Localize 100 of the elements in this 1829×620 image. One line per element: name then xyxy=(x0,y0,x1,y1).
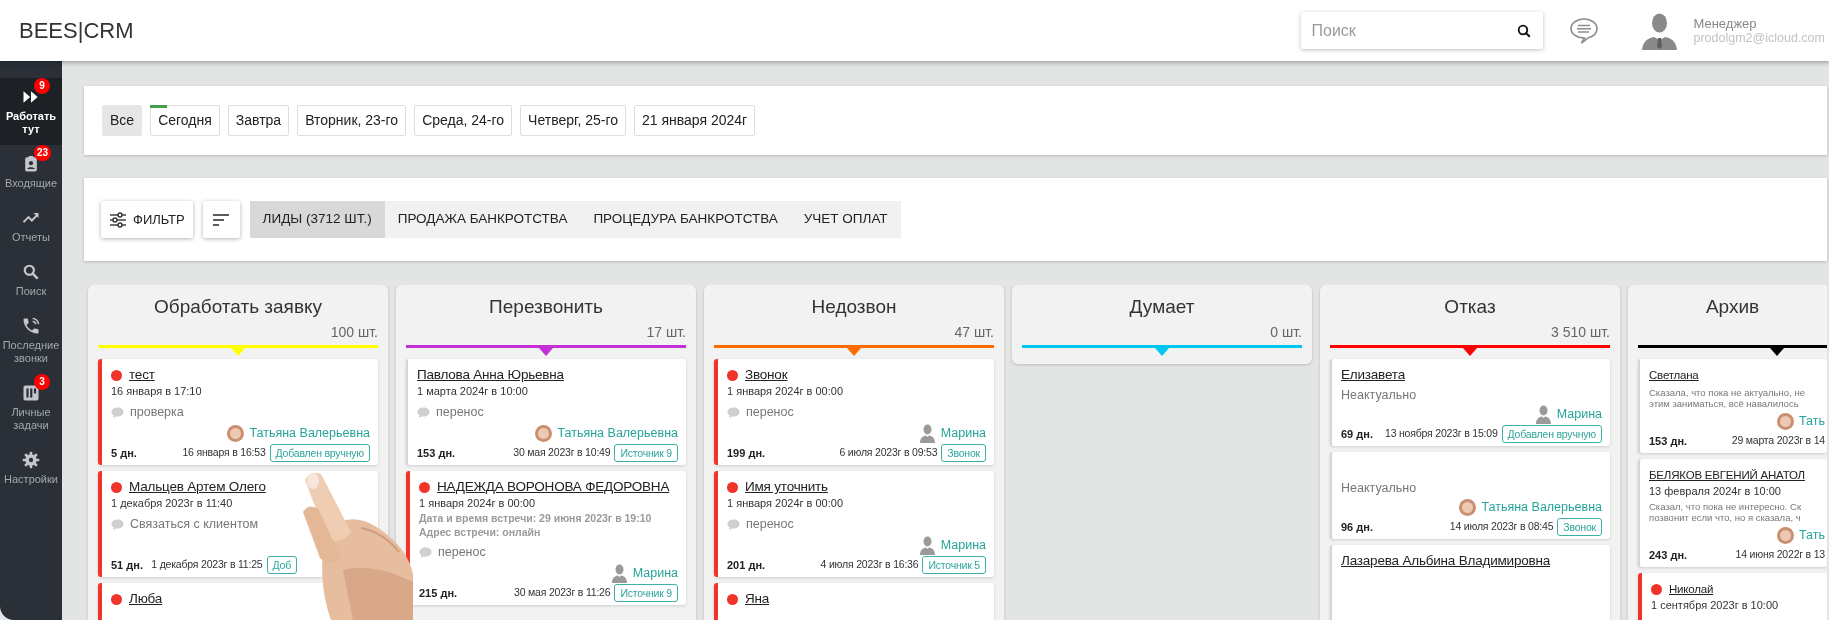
source-tag: Добавлен вручную xyxy=(1501,425,1602,443)
days-count: 69 дн. xyxy=(1341,426,1373,442)
avatar xyxy=(1777,412,1794,430)
column-title: Обработать заявку xyxy=(153,295,323,319)
column-count: 0 шт. xyxy=(1270,323,1302,341)
comment-icon xyxy=(727,406,740,418)
updated-date: 6 июля 2023г в 09:53 xyxy=(839,445,938,461)
user-icon xyxy=(610,563,628,583)
column-title: Недозвон xyxy=(810,295,898,319)
lead-date: 1 сентября 2023г в 10:00 xyxy=(1651,598,1780,612)
avatar xyxy=(1777,526,1794,544)
comment-icon xyxy=(727,518,740,530)
user-icon xyxy=(918,535,936,555)
date-tab[interactable]: Вторник, 23-го xyxy=(297,105,407,136)
lead-name-link[interactable]: БЕЛЯКОВ ЕВГЕНИЙ АНАТОЛ xyxy=(1649,466,1805,484)
updated-date: 14 июня 2022г в 13 xyxy=(1735,547,1825,563)
date-tab[interactable]: Завтра xyxy=(227,105,290,136)
lead-name-link[interactable]: Елизавета xyxy=(1341,366,1405,384)
column-title: Архив xyxy=(1704,295,1761,319)
assignee-name: Марина xyxy=(940,424,986,442)
sidebar-item[interactable]: 9 Работать тут xyxy=(0,78,62,145)
lead-name-link[interactable]: Павлова Анна Юрьевна xyxy=(417,366,564,384)
days-count: 5 дн. xyxy=(111,445,137,461)
days-count: 96 дн. xyxy=(1341,519,1373,535)
sidebar-item[interactable]: Последние звонки xyxy=(0,307,62,374)
user-avatar-icon[interactable] xyxy=(1641,11,1679,50)
sliders-icon xyxy=(109,210,127,229)
pipeline-tab[interactable]: ЛИДЫ (3712 ШТ.) xyxy=(249,201,385,238)
lead-name-link[interactable]: Звонок xyxy=(745,366,788,384)
source-tag: Добавлен вручную xyxy=(269,444,370,462)
lead-name-link[interactable]: Мальцев Артем Олего xyxy=(129,478,266,496)
column-title: Перезвонить xyxy=(488,295,604,319)
lead-note: Сказал, что пока не интересно. Ск позвонит если что, но я сказала, ч xyxy=(1649,501,1803,523)
lead-date: 1 декабря 2023г в 11:40 xyxy=(111,496,234,510)
days-count: 51 дн. xyxy=(111,557,143,573)
source-tag: Звонок xyxy=(1557,518,1602,536)
updated-date: 14 июля 2023г в 08:45 xyxy=(1449,519,1554,535)
user-email: prodolgm2@icloud.com xyxy=(1693,30,1825,45)
chat-icon[interactable] xyxy=(1569,16,1600,45)
comment-text: перенос xyxy=(438,543,486,561)
board-icon xyxy=(21,383,41,403)
comment-text: перенос xyxy=(436,403,484,421)
user-icon xyxy=(918,423,936,443)
logo[interactable]: BEES|CRM xyxy=(0,14,134,47)
updated-date: 29 марта 2023г в 14 xyxy=(1731,433,1825,449)
column-title: Думает xyxy=(1128,295,1196,319)
sidebar-item[interactable]: Поиск xyxy=(0,253,62,307)
sidebar-item[interactable]: Отчеты xyxy=(0,199,62,253)
lead-name-link[interactable]: Люба xyxy=(129,590,163,608)
date-tab[interactable]: 21 января 2024г xyxy=(634,105,756,136)
filter-button[interactable]: ФИЛЬТР xyxy=(101,201,193,238)
search-icon[interactable] xyxy=(1517,23,1532,38)
lead-name-link[interactable]: тест xyxy=(129,366,155,384)
lead-note: Неактуально xyxy=(1341,389,1418,402)
sidebar-item[interactable]: 23 Входящие xyxy=(0,145,62,199)
avatar xyxy=(535,424,553,442)
sidebar-item[interactable]: Настройки xyxy=(0,441,62,495)
lead-name-link[interactable]: Лазарева Альбина Владимировна xyxy=(1341,552,1551,570)
user-icon xyxy=(1534,404,1552,424)
phone-icon xyxy=(21,316,41,336)
lead-name-link[interactable]: Николай xyxy=(1669,580,1714,598)
date-tab[interactable]: Четверг, 25-го xyxy=(520,105,626,136)
lead-name-link[interactable]: Имя уточнить xyxy=(745,478,828,496)
assignee-name: Татьяна Валерьевна xyxy=(249,424,370,442)
lead-name-link[interactable]: НАДЕЖДА ВОРОНОВА ФЕДОРОВНА xyxy=(437,478,670,496)
column-count: 100 шт. xyxy=(330,323,378,341)
assignee-name: Марина xyxy=(940,536,986,554)
meeting-info: Адрес встречи: онлайн xyxy=(419,527,542,538)
comment-icon xyxy=(111,518,124,530)
updated-date: 4 июля 2023г в 16:36 xyxy=(820,557,919,573)
comment-text: перенос xyxy=(746,403,794,421)
sort-button[interactable] xyxy=(202,201,240,238)
avatar xyxy=(227,424,245,442)
updated-date: 30 мая 2023г в 10:49 xyxy=(513,445,611,461)
lead-name-link[interactable]: Светлана xyxy=(1649,366,1699,384)
notification-badge: 9 xyxy=(34,78,50,94)
updated-date: 30 мая 2023г в 11:26 xyxy=(514,585,611,601)
comment-icon xyxy=(419,546,432,558)
updated-date: 1 декабря 2023г в 11:25 xyxy=(151,557,263,573)
date-tab[interactable]: Сегодня xyxy=(150,105,220,136)
date-tab[interactable]: Все xyxy=(102,105,143,136)
sidebar-item[interactable]: 3 Личные задачи xyxy=(0,374,62,441)
source-tag: Источник 9 xyxy=(614,444,678,462)
comment-text: Связаться с клиентом xyxy=(130,515,259,533)
lead-note: Неактуально xyxy=(1341,482,1418,495)
lead-name-link[interactable]: Яна xyxy=(745,590,770,608)
days-count: 243 дн. xyxy=(1649,547,1688,563)
lead-note: Сказала, что пока не актуально, не этим заниматься, всё навалилось xyxy=(1649,387,1806,409)
lead-date: 13 февраля 2024г в 10:00 xyxy=(1649,484,1782,498)
assignee-name: Тать xyxy=(1799,412,1825,430)
assignee-name: Татьяна Валерьевна xyxy=(557,424,678,442)
search-field[interactable]: Поиск xyxy=(1311,18,1518,43)
date-tab[interactable]: Среда, 24-го xyxy=(414,105,513,136)
user-role: Менеджер xyxy=(1693,16,1758,31)
comment-icon xyxy=(111,406,124,418)
source-tag: Источник 9 xyxy=(614,584,678,602)
search-icon xyxy=(21,262,41,282)
column-title: Отказ xyxy=(1443,295,1497,319)
notification-badge: 3 xyxy=(34,374,50,390)
lead-date: 1 марта 2024г в 10:00 xyxy=(417,384,529,398)
